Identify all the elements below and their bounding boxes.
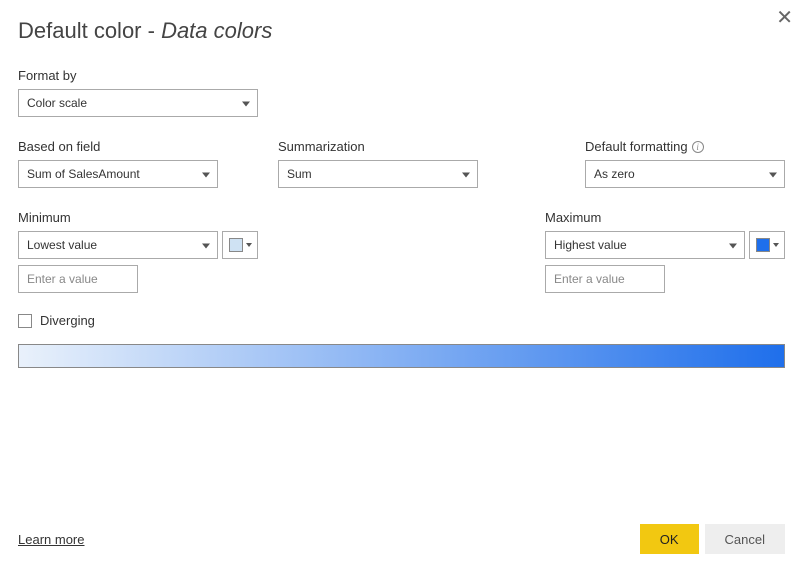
page-title-prefix: Default color - bbox=[18, 18, 161, 43]
minimum-swatch bbox=[229, 238, 243, 252]
info-icon[interactable]: i bbox=[692, 141, 704, 153]
chevron-down-icon bbox=[773, 243, 779, 247]
maximum-label: Maximum bbox=[545, 210, 785, 225]
cancel-button[interactable]: Cancel bbox=[705, 524, 785, 554]
based-on-field-label: Based on field bbox=[18, 139, 218, 154]
gradient-preview bbox=[18, 344, 785, 368]
ok-button[interactable]: OK bbox=[640, 524, 699, 554]
default-formatting-select[interactable]: As zero bbox=[585, 160, 785, 188]
minimum-label: Minimum bbox=[18, 210, 258, 225]
page-title-italic: Data colors bbox=[161, 18, 272, 43]
minimum-select[interactable]: Lowest value bbox=[18, 231, 218, 259]
maximum-select[interactable]: Highest value bbox=[545, 231, 745, 259]
diverging-checkbox[interactable] bbox=[18, 314, 32, 328]
summarization-select[interactable]: Sum bbox=[278, 160, 478, 188]
based-on-field-select[interactable]: Sum of SalesAmount bbox=[18, 160, 218, 188]
default-formatting-label-text: Default formatting bbox=[585, 139, 688, 154]
minimum-color-button[interactable] bbox=[222, 231, 258, 259]
learn-more-link[interactable]: Learn more bbox=[18, 532, 84, 547]
maximum-color-button[interactable] bbox=[749, 231, 785, 259]
format-by-label: Format by bbox=[18, 68, 785, 83]
chevron-down-icon bbox=[246, 243, 252, 247]
diverging-label: Diverging bbox=[40, 313, 95, 328]
maximum-value-input[interactable] bbox=[545, 265, 665, 293]
default-formatting-label: Default formatting i bbox=[585, 139, 785, 154]
close-icon[interactable]: ✕ bbox=[776, 8, 793, 28]
summarization-label: Summarization bbox=[278, 139, 478, 154]
format-by-select[interactable]: Color scale bbox=[18, 89, 258, 117]
page-title: Default color - Data colors bbox=[18, 18, 785, 44]
maximum-swatch bbox=[756, 238, 770, 252]
minimum-value-input[interactable] bbox=[18, 265, 138, 293]
